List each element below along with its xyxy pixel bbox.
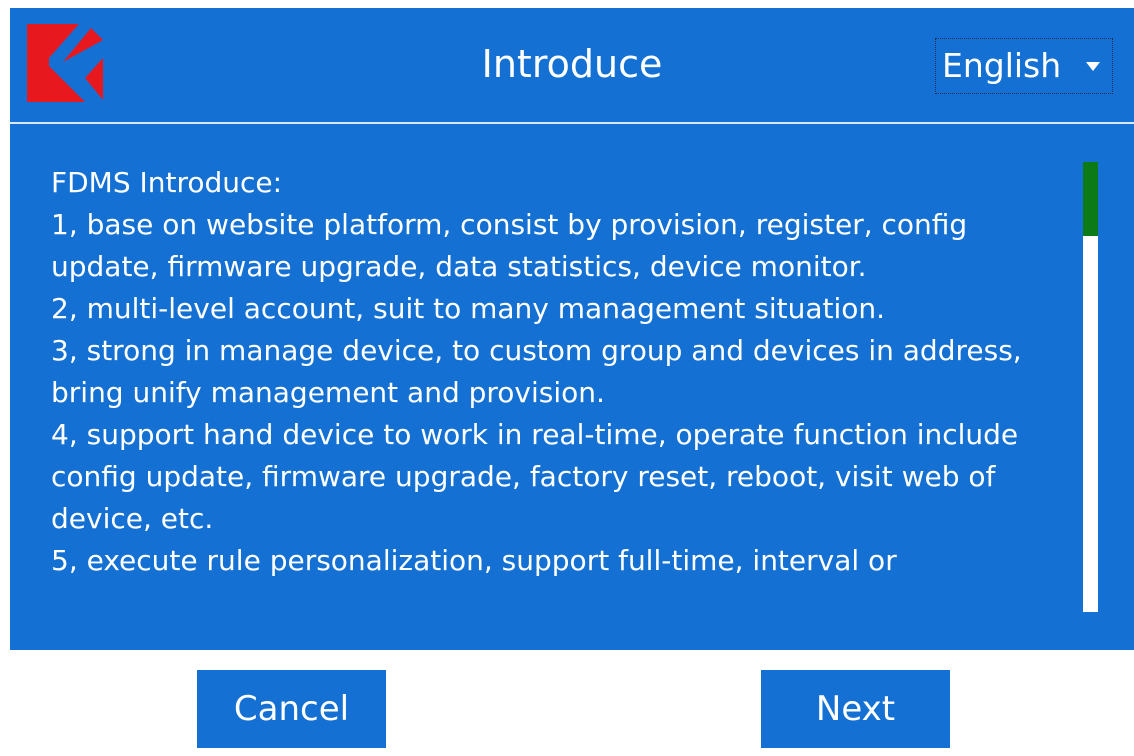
intro-line: FDMS Introduce:	[51, 166, 283, 199]
intro-line: 3, strong in manage device, to custom gr…	[51, 334, 1022, 409]
language-select[interactable]: English	[935, 38, 1113, 94]
cancel-button[interactable]: Cancel	[197, 670, 386, 748]
scrollbar-thumb[interactable]	[1083, 162, 1098, 236]
intro-line: 4, support hand device to work in real-t…	[51, 418, 1019, 535]
intro-dialog: Introduce English FDMS Introduce: 1, bas…	[10, 8, 1134, 756]
intro-line: 5, execute rule personalization, support…	[51, 544, 897, 577]
intro-text[interactable]: FDMS Introduce: 1, base on website platf…	[51, 162, 1081, 617]
intro-line: 1, base on website platform, consist by …	[51, 208, 968, 283]
dialog-footer: Cancel Next	[10, 650, 1134, 756]
intro-content-panel: FDMS Introduce: 1, base on website platf…	[10, 124, 1134, 650]
next-button[interactable]: Next	[761, 670, 950, 748]
dialog-header: Introduce English	[10, 8, 1134, 124]
language-select-value: English	[942, 46, 1062, 85]
vertical-scrollbar[interactable]	[1083, 162, 1098, 612]
caret-down-icon	[1086, 62, 1100, 71]
intro-line: 2, multi-level account, suit to many man…	[51, 292, 886, 325]
